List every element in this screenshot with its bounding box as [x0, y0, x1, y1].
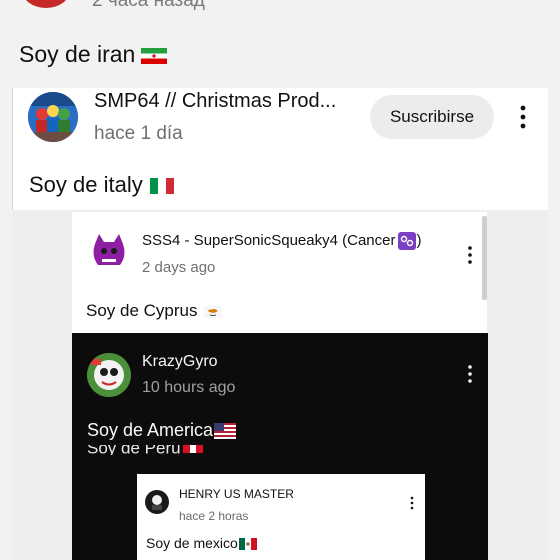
comment-text: Soy de America — [87, 420, 237, 441]
flag-mexico-icon — [238, 538, 257, 551]
comment-text-content: Soy de iran — [19, 41, 136, 67]
comment-author[interactable]: HENRY US MASTER — [179, 487, 294, 501]
comment-text: Soy de mexico — [146, 535, 257, 551]
comment-text-content: Soy de Peru — [87, 445, 181, 455]
comment-timestamp: 2 часа назад — [92, 0, 205, 11]
comment-text: Soy de iran — [19, 41, 168, 68]
flag-peru-icon — [182, 445, 203, 453]
comment-timestamp: 10 hours ago — [142, 379, 236, 396]
comment-timestamp: hace 2 horas — [179, 509, 249, 523]
subscribe-button[interactable]: Suscribirse — [370, 95, 494, 139]
flag-cyprus-icon — [203, 305, 222, 318]
embedded-comment: HENRY US MASTER hace 2 horas Soy de mexi… — [137, 474, 425, 560]
comment-text-content: Soy de America — [87, 420, 214, 440]
cropped-comment-text: Soy de Peru — [87, 445, 203, 455]
cancer-zodiac-icon — [398, 232, 417, 251]
comment-author[interactable]: SMP64 // Christmas Prod... — [94, 90, 336, 113]
comment-text: Soy de italy — [29, 172, 175, 198]
more-vert-icon[interactable] — [465, 364, 475, 384]
flag-iran-icon — [141, 46, 168, 66]
comment-author[interactable]: SSS4 - SuperSonicSqueaky4 (Cancer ) — [142, 232, 422, 251]
comment-text-content: Soy de Cyprus — [86, 301, 198, 320]
avatar[interactable] — [22, 0, 70, 8]
comment-text-content: Soy de mexico — [146, 535, 238, 551]
flag-usa-icon — [214, 423, 237, 440]
embedded-comment: KrazyGyro 10 hours ago Soy de America So… — [72, 333, 488, 560]
comment-timestamp: hace 1 día — [94, 123, 183, 144]
more-vert-icon[interactable] — [515, 104, 531, 130]
comment-author[interactable]: KrazyGyro — [142, 353, 218, 371]
scrollbar[interactable] — [482, 216, 487, 300]
comment-author-name: SSS4 - SuperSonicSqueaky4 (Cancer — [142, 232, 396, 249]
more-vert-icon[interactable] — [409, 496, 415, 510]
flag-italy-icon — [149, 176, 175, 196]
avatar[interactable] — [87, 353, 131, 397]
comment-text-content: Soy de italy — [29, 172, 143, 197]
avatar[interactable] — [145, 490, 169, 514]
divider — [12, 88, 13, 210]
more-vert-icon[interactable] — [465, 245, 475, 265]
avatar[interactable] — [28, 92, 78, 142]
comment-card: SMP64 // Christmas Prod... hace 1 día Su… — [12, 88, 548, 560]
closing-paren: ) — [416, 232, 422, 249]
avatar[interactable] — [90, 232, 128, 270]
embedded-comment: SSS4 - SuperSonicSqueaky4 (Cancer ) 2 da… — [72, 212, 487, 333]
comment-text: Soy de Cyprus — [86, 301, 222, 321]
comment-timestamp: 2 days ago — [142, 259, 216, 276]
